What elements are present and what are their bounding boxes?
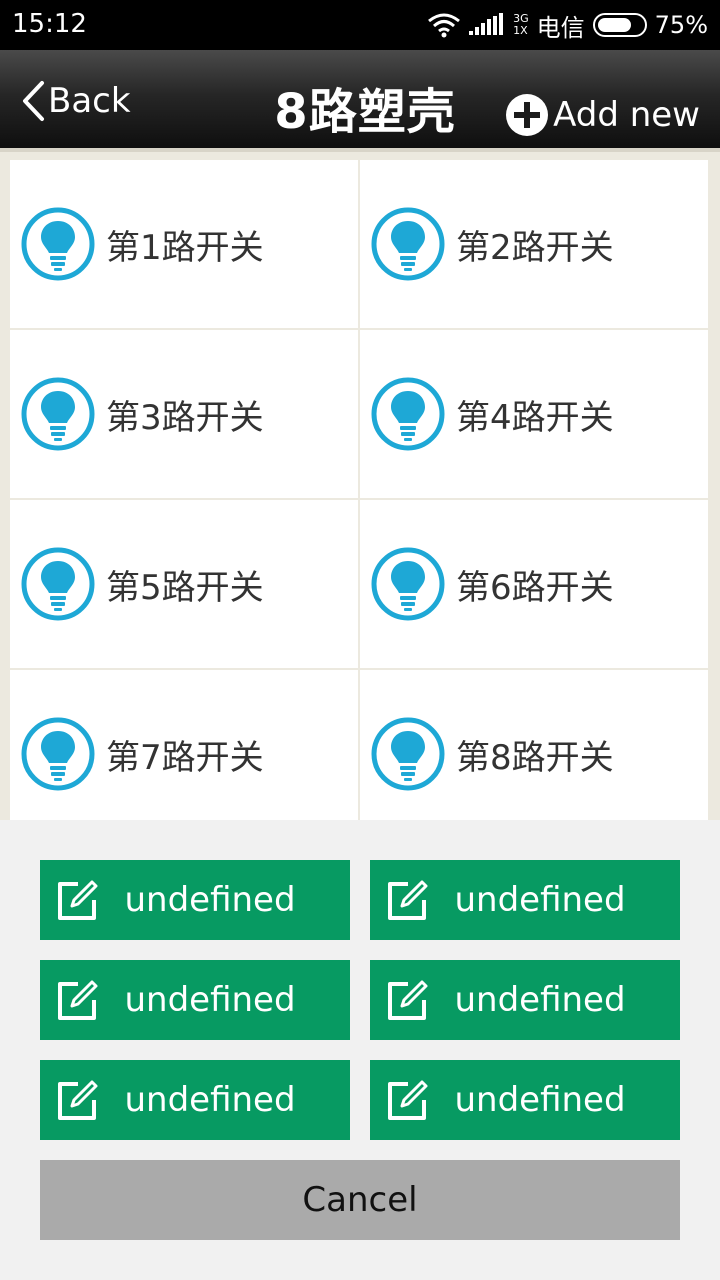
network-type: 3G 1X xyxy=(513,13,529,37)
edit-icon xyxy=(388,880,428,920)
action-label: undefined xyxy=(454,880,626,920)
plus-circle-icon xyxy=(506,94,549,136)
chevron-left-icon xyxy=(23,81,44,121)
status-bar: 15:12 3G 1X 电信 75% xyxy=(0,0,720,50)
rename-action-button[interactable]: undefined xyxy=(370,960,680,1040)
action-sheet: Cancel undefined undefined undefined undefi… xyxy=(0,820,720,1280)
battery-percent: 75% xyxy=(654,11,708,39)
rename-action-button[interactable]: undefined xyxy=(40,860,350,940)
bulb-icon xyxy=(21,547,95,621)
battery-level xyxy=(597,18,631,32)
switch-tile[interactable]: 第5路开关 xyxy=(10,500,358,668)
switch-label: 第2路开关 xyxy=(456,227,614,268)
switch-label: 第1路开关 xyxy=(106,227,264,268)
switch-label: 第4路开关 xyxy=(456,397,614,438)
title-bar-divider xyxy=(0,148,720,152)
rename-action-button[interactable]: undefined xyxy=(40,960,350,1040)
status-time: 15:12 xyxy=(12,9,87,39)
action-label: undefined xyxy=(454,980,626,1020)
add-new-button[interactable]: Add new xyxy=(505,92,700,138)
switch-tile[interactable]: 第1路开关 xyxy=(10,160,358,328)
action-label: undefined xyxy=(124,1080,296,1120)
switch-label: 第3路开关 xyxy=(106,397,264,438)
edit-icon xyxy=(388,1080,428,1120)
switch-tile[interactable]: 第4路开关 xyxy=(360,330,708,498)
edit-icon xyxy=(58,1080,98,1120)
add-new-label: Add new xyxy=(553,95,700,135)
bulb-icon xyxy=(371,547,445,621)
bulb-icon xyxy=(371,377,445,451)
title-bar: Back 8路塑壳 Add new xyxy=(0,50,720,150)
back-button[interactable]: Back xyxy=(20,78,131,124)
rename-action-button[interactable]: undefined xyxy=(40,1060,350,1140)
switch-label: 第5路开关 xyxy=(106,567,264,608)
switch-tile[interactable]: 第7路开关 xyxy=(10,670,358,838)
switch-tile[interactable]: 第8路开关 xyxy=(360,670,708,838)
bulb-icon xyxy=(21,207,95,281)
action-label: undefined xyxy=(124,980,296,1020)
edit-icon xyxy=(58,980,98,1020)
action-label: undefined xyxy=(454,1080,626,1120)
switch-tile[interactable]: 第2路开关 xyxy=(360,160,708,328)
page-title: 8路塑壳 xyxy=(274,84,456,140)
switch-label: 第6路开关 xyxy=(456,567,614,608)
switch-label: 第7路开关 xyxy=(106,737,264,778)
bulb-icon xyxy=(371,717,445,791)
wifi-icon xyxy=(428,13,461,38)
cancel-button[interactable]: Cancel xyxy=(40,1160,680,1240)
bulb-icon xyxy=(21,377,95,451)
bulb-icon xyxy=(371,207,445,281)
switch-tile[interactable]: 第3路开关 xyxy=(10,330,358,498)
rename-action-button[interactable]: undefined xyxy=(370,1060,680,1140)
signal-icon xyxy=(469,13,504,35)
switch-tile[interactable]: 第6路开关 xyxy=(360,500,708,668)
network-type-bottom: 1X xyxy=(513,24,528,37)
carrier-name: 电信 xyxy=(536,13,585,42)
bulb-icon xyxy=(21,717,95,791)
back-label: Back xyxy=(48,81,131,121)
status-indicators: 3G 1X 电信 75% xyxy=(427,8,708,42)
action-label: undefined xyxy=(124,880,296,920)
battery-icon xyxy=(592,13,647,37)
switch-label: 第8路开关 xyxy=(456,737,614,778)
rename-action-button[interactable]: undefined xyxy=(370,860,680,940)
edit-icon xyxy=(388,980,428,1020)
edit-icon xyxy=(58,880,98,920)
